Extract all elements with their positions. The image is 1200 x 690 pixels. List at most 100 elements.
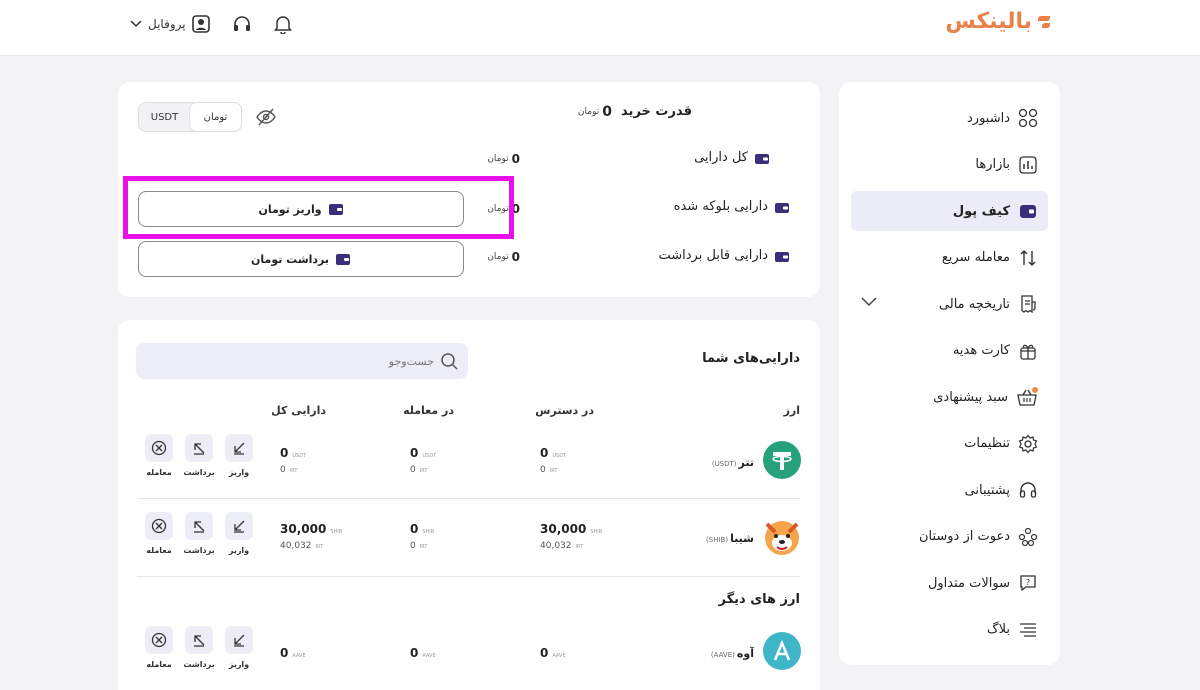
tether-icon (763, 441, 801, 479)
trade-icon (151, 440, 167, 456)
trade-label: معامله (146, 546, 172, 555)
irt-unit: IRT (575, 544, 584, 550)
assets-title: دارایی‌های شما (702, 351, 800, 366)
sidebar-item-label: دعوت از دوستان (918, 529, 1010, 544)
toggle-usdt[interactable]: USDT (139, 103, 190, 131)
trade-button[interactable]: معامله (145, 626, 173, 669)
coin-cell: آوه(AAVE) (711, 631, 802, 671)
sidebar-item-label: کارت هدیه (952, 343, 1010, 358)
chevron-down-icon (130, 20, 142, 28)
blocked-assets-label: دارایی بلوکه شده (674, 199, 790, 214)
col-currency: ارز (783, 404, 800, 417)
trade-icon (151, 632, 167, 648)
receipt-icon (1021, 295, 1036, 314)
currency-toggle[interactable]: USDT تومان (138, 102, 242, 132)
profile-menu[interactable]: پروفایل (130, 15, 210, 33)
arrow-down-left-icon (234, 634, 245, 647)
available-cell: 30,000 SHIB 40,032 IRT (540, 518, 602, 551)
irt-unit: IRT (315, 544, 324, 550)
search-icon (441, 353, 458, 370)
irt-unit: IRT (549, 468, 558, 474)
toman-symbol: تومان (577, 107, 600, 117)
col-available: در دسترس (535, 404, 594, 417)
available-irt: 40,032 (540, 541, 572, 551)
trade-label: معامله (146, 468, 172, 477)
total-value: 0 (280, 646, 289, 660)
sidebar-item-settings[interactable]: تنظیمات (851, 424, 1048, 464)
withdraw-button[interactable]: برداشت (183, 626, 215, 669)
brand-logo[interactable]: بالینکس (945, 9, 1050, 34)
gift-icon (1020, 344, 1036, 360)
profile-label: پروفایل (148, 17, 186, 31)
purchase-power-amount: 0 تومان (578, 104, 612, 120)
total-assets-text: کل دارایی (694, 150, 748, 165)
chevron-down-icon[interactable] (861, 297, 877, 307)
sidebar-item-dashboard[interactable]: داشبورد (851, 98, 1048, 138)
total-cell: 0 USDT 0 IRT (280, 442, 306, 475)
sidebar-item-label: پشتیبانی (964, 482, 1010, 498)
sidebar-item-invite-friends[interactable]: دعوت از دوستان (851, 517, 1048, 557)
header-actions: پروفایل (130, 14, 292, 34)
aave-icon (763, 632, 801, 670)
wallet-icon (775, 251, 789, 262)
sidebar-item-label: سبد پیشنهادی (933, 389, 1008, 405)
withdrawable-assets-text: دارایی قابل برداشت (658, 248, 769, 263)
sidebar-item-markets[interactable]: بازارها (851, 145, 1048, 185)
withdraw-button[interactable]: برداشت (183, 434, 215, 477)
deposit-button[interactable]: واریز (225, 512, 253, 555)
logo-text: بالینکس (945, 9, 1032, 34)
available-irt: 0 (540, 465, 546, 475)
row-divider (137, 498, 800, 499)
arrow-up-left-icon (194, 521, 205, 533)
search-box[interactable] (136, 343, 468, 379)
sidebar-item-quick-trade[interactable]: معامله سریع (851, 238, 1048, 278)
available-cell: 0 USDT 0 IRT (540, 442, 566, 475)
toggle-toman[interactable]: تومان (190, 103, 241, 131)
eye-off-icon[interactable] (256, 108, 276, 126)
headphones-icon[interactable] (232, 15, 252, 33)
deposit-button[interactable]: واریز (225, 434, 253, 477)
search-input[interactable] (374, 354, 434, 368)
withdraw-toman-button[interactable]: برداشت تومان (138, 241, 464, 277)
sidebar-item-gift-card[interactable]: کارت هدیه (851, 331, 1048, 371)
svg-text:?: ? (1026, 578, 1030, 587)
col-in-trade: در معامله (403, 404, 454, 417)
irt-unit: IRT (289, 468, 298, 474)
coin-name: آوه (736, 646, 754, 660)
trade-button[interactable]: معامله (145, 434, 173, 477)
trade-button[interactable]: معامله (145, 512, 173, 555)
bell-icon[interactable] (273, 14, 292, 34)
in-trade-value: 0 (410, 446, 419, 460)
deposit-label: واریز (228, 660, 250, 669)
wallet-icon (775, 202, 789, 213)
sidebar-item-label: کیف پول (952, 203, 1010, 219)
sidebar-item-blog[interactable]: بلاگ (851, 610, 1048, 650)
sidebar-item-faq[interactable]: ? سوالات متداول (851, 563, 1048, 603)
dashboard-icon (1018, 108, 1038, 128)
arrow-down-left-icon (234, 442, 245, 455)
sidebar-item-wallet[interactable]: کیف پول (851, 191, 1048, 231)
withdraw-button[interactable]: برداشت (183, 512, 215, 555)
users-icon (1018, 527, 1038, 546)
basket-icon (1017, 387, 1038, 406)
col-total: دارایی کل (271, 404, 326, 417)
deposit-button[interactable]: واریز (225, 626, 253, 669)
question-icon: ? (1020, 575, 1036, 592)
sidebar-item-label: معامله سریع (941, 250, 1010, 265)
sidebar-item-label: تنظیمات (964, 436, 1010, 451)
unit-label: AAVE (422, 653, 436, 659)
sidebar-item-suggested-basket[interactable]: سبد پیشنهادی (851, 377, 1048, 417)
highlight-box (123, 176, 514, 239)
top-bar: بالینکس پروفایل (0, 0, 1200, 56)
purchase-power-text: قدرت خرید (621, 104, 692, 119)
coin-symbol: (USDT) (711, 459, 737, 468)
coin-symbol: (SHIB) (706, 535, 729, 544)
wallet-icon (336, 254, 351, 265)
sidebar-item-support[interactable]: پشتیبانی (851, 470, 1048, 510)
unit-label: SHIB (330, 529, 343, 535)
total-assets-amount: 0 تومان (487, 152, 520, 166)
withdraw-label: برداشت (183, 468, 215, 477)
purchase-power-label: قدرت خرید (621, 104, 692, 119)
sidebar-item-financial-history[interactable]: تاریخچه مالی (851, 284, 1048, 324)
in-trade-cell: 0 SHIB 0 IRT (410, 518, 434, 551)
